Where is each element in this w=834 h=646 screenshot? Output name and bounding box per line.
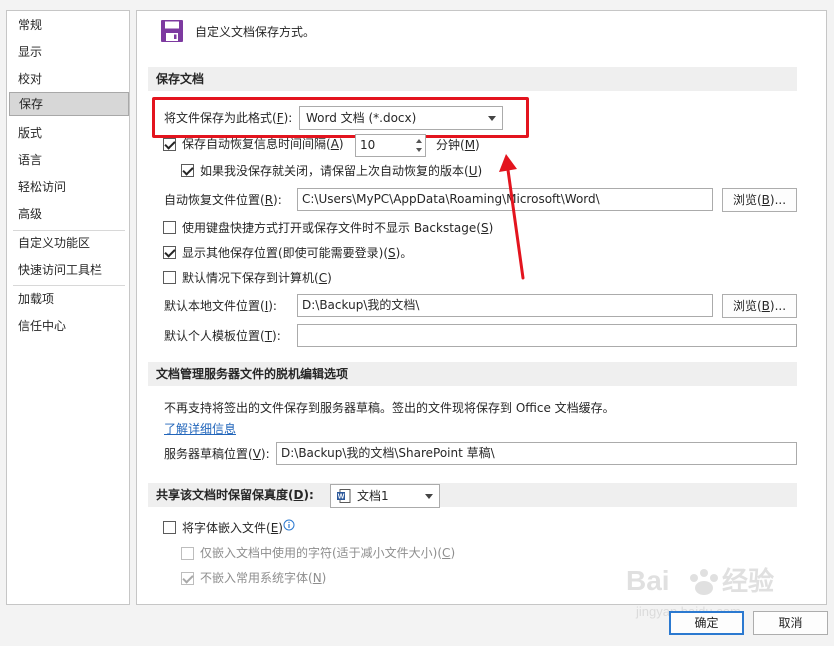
sidebar-divider — [13, 285, 125, 286]
browse-local-button[interactable]: 浏览(B)... — [722, 294, 797, 318]
no-backstage-checkbox[interactable] — [163, 221, 176, 234]
sidebar-item-label: 语言 — [18, 153, 43, 167]
spin-down-icon[interactable] — [416, 148, 422, 152]
embed-used-chars-label: 仅嵌入文档中使用的字符(适于减小文件大小)(C) — [200, 546, 456, 560]
sidebar-item-label: 快速访问工具栏 — [18, 263, 103, 277]
embed-fonts-checkbox[interactable] — [163, 521, 176, 534]
svg-text:经验: 经验 — [722, 566, 774, 597]
embed-used-chars-checkbox[interactable] — [181, 547, 194, 560]
server-drafts-input[interactable]: D:\Backup\我的文档\SharePoint 草稿\ — [276, 442, 797, 465]
save-disk-icon — [161, 20, 183, 42]
highlight-box — [152, 97, 529, 138]
template-location-label: 默认个人模板位置(T): — [164, 329, 281, 343]
sidebar-item-label: 校对 — [18, 72, 43, 86]
sidebar-item-accessibility[interactable]: 轻松访问 — [7, 175, 129, 199]
no-backstage-label: 使用键盘快捷方式打开或保存文件时不显示 Backstage(S) — [182, 221, 494, 235]
show-other-locations-checkbox[interactable] — [163, 246, 176, 259]
sidebar-item-advanced[interactable]: 高级 — [7, 202, 129, 226]
autorecover-unit-label: 分钟(M) — [436, 138, 480, 152]
cancel-button[interactable]: 取消 — [753, 611, 828, 635]
no-common-fonts-checkbox[interactable] — [181, 572, 194, 585]
word-document-icon: W — [337, 489, 351, 503]
local-location-input[interactable]: D:\Backup\我的文档\ — [297, 294, 713, 317]
sidebar-item-display[interactable]: 显示 — [7, 40, 129, 64]
show-other-locations-label: 显示其他保存位置(即使可能需要登录)(S)。 — [182, 246, 413, 260]
browse-autorecover-button[interactable]: 浏览(B)... — [722, 188, 797, 212]
sidebar-item-customize-ribbon[interactable]: 自定义功能区 — [7, 231, 129, 255]
no-common-fonts-label: 不嵌入常用系统字体(N) — [200, 571, 327, 585]
options-sidebar: 常规 显示 校对 保存 版式 语言 轻松访问 高级 自定义功能区 快速访问工具栏… — [6, 10, 130, 605]
sidebar-item-label: 加载项 — [18, 292, 55, 306]
embed-fonts-label: 将字体嵌入文件(E) — [182, 521, 283, 535]
sidebar-item-trust-center[interactable]: 信任中心 — [7, 314, 129, 338]
sidebar-item-label: 信任中心 — [18, 319, 67, 333]
section-header-fidelity: 共享该文档时保留保真度(D): — [148, 483, 797, 507]
sidebar-item-quick-access-toolbar[interactable]: 快速访问工具栏 — [7, 258, 129, 282]
sidebar-item-general[interactable]: 常规 — [7, 13, 129, 37]
sidebar-item-label: 轻松访问 — [18, 180, 67, 194]
section-header-save-documents: 保存文档 — [148, 67, 797, 91]
svg-text:W: W — [338, 494, 345, 501]
template-location-input[interactable] — [297, 324, 797, 347]
keep-last-version-label: 如果我没保存就关闭，请保留上次自动恢复的版本(U) — [200, 164, 483, 178]
fidelity-document-value: 文档1 — [357, 489, 389, 503]
fidelity-document-dropdown[interactable]: W 文档1 — [330, 484, 440, 508]
autorecover-label: 保存自动恢复信息时间间隔(A) — [182, 137, 344, 151]
svg-text:Bai: Bai — [626, 565, 670, 596]
page-description: 自定义文档保存方式。 — [195, 25, 316, 39]
offline-description: 不再支持将签出的文件保存到服务器草稿。签出的文件现将保存到 Office 文档缓… — [164, 401, 615, 415]
sidebar-item-proofing[interactable]: 校对 — [7, 67, 129, 91]
section-header-offline-editing: 文档管理服务器文件的脱机编辑选项 — [148, 362, 797, 386]
sidebar-item-language[interactable]: 语言 — [7, 148, 129, 172]
save-to-computer-label: 默认情况下保存到计算机(C) — [182, 271, 332, 285]
chevron-down-icon — [425, 494, 433, 499]
learn-more-link[interactable]: 了解详细信息 — [164, 421, 236, 437]
server-drafts-label: 服务器草稿位置(V): — [164, 447, 270, 461]
red-arrow-annotation — [499, 154, 525, 280]
sidebar-item-label: 高级 — [18, 207, 43, 221]
autorecover-location-label: 自动恢复文件位置(R): — [164, 193, 282, 207]
save-to-computer-checkbox[interactable] — [163, 271, 176, 284]
sidebar-item-label: 保存 — [19, 97, 44, 111]
autorecover-minutes-spinner[interactable]: 10 — [355, 134, 426, 157]
autorecover-minutes-value: 10 — [360, 138, 376, 152]
sidebar-item-save[interactable]: 保存 — [9, 92, 129, 116]
sidebar-item-label: 显示 — [18, 45, 43, 59]
sidebar-item-layout[interactable]: 版式 — [7, 121, 129, 145]
ok-button[interactable]: 确定 — [669, 611, 744, 635]
spin-up-icon[interactable] — [416, 139, 422, 143]
keep-last-version-checkbox[interactable] — [181, 164, 194, 177]
sidebar-item-add-ins[interactable]: 加载项 — [7, 287, 129, 311]
sidebar-item-label: 版式 — [18, 126, 43, 140]
sidebar-item-label: 常规 — [18, 18, 43, 32]
info-icon[interactable] — [283, 519, 295, 531]
local-location-label: 默认本地文件位置(I): — [164, 299, 277, 313]
autorecover-checkbox[interactable] — [163, 138, 176, 151]
sidebar-item-label: 自定义功能区 — [18, 236, 91, 250]
